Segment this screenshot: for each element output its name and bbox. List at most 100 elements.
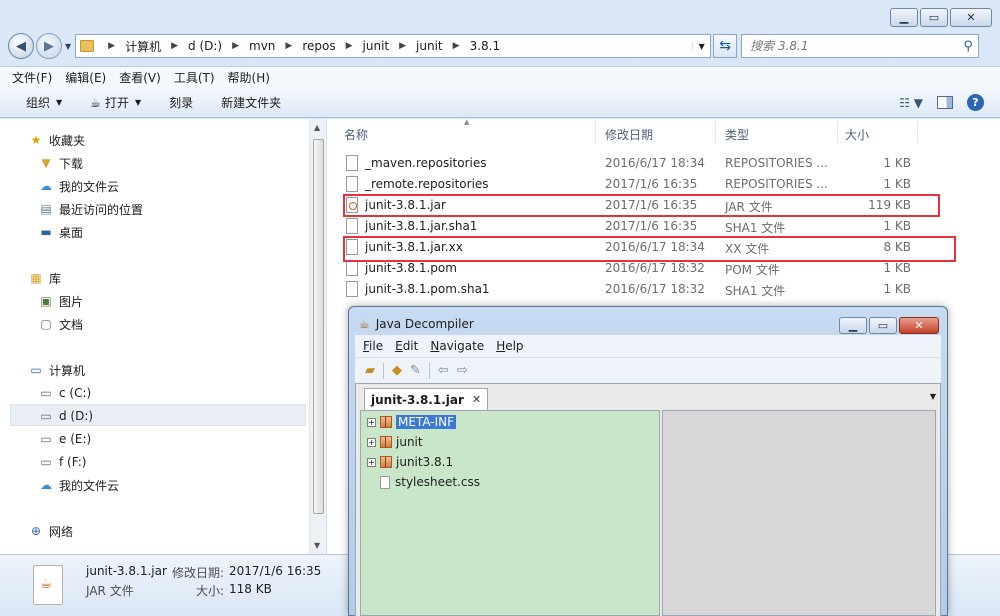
- sidebar-item-computer[interactable]: ▭ 计算机: [28, 360, 85, 380]
- burn-button[interactable]: 刻录: [169, 94, 193, 111]
- file-name: _maven.repositories: [365, 156, 487, 170]
- new-folder-label: 新建文件夹: [221, 96, 282, 110]
- table-row[interactable]: junit-3.8.1.pom.sha1 2016/6/17 18:32 SHA…: [340, 279, 940, 300]
- preview-pane-icon[interactable]: [937, 96, 953, 109]
- forward-arrow-icon[interactable]: ⇨: [457, 363, 468, 378]
- tree-label: stylesheet.css: [395, 475, 481, 489]
- maximize-button[interactable]: ▭: [920, 8, 948, 27]
- sidebar-item-network[interactable]: ⊕ 网络: [28, 521, 73, 541]
- jd-tree-panel: + META-INF + junit + junit3.8.1 styleshe…: [360, 410, 660, 616]
- table-row[interactable]: junit-3.8.1.jar.sha1 2017/1/6 16:35 SHA1…: [340, 216, 940, 237]
- jd-menu-navigate[interactable]: Navigate: [430, 339, 484, 353]
- open-type-icon[interactable]: ◆: [392, 363, 402, 378]
- open-folder-icon[interactable]: ▰: [365, 363, 375, 378]
- address-dropdown[interactable]: ▼: [692, 41, 710, 51]
- recent-places-icon: ▤: [40, 202, 52, 216]
- minimize-button[interactable]: ▁: [890, 8, 918, 27]
- open-label: 打开: [104, 96, 129, 110]
- cloud-icon: ☁: [40, 478, 52, 492]
- menu-help[interactable]: 帮助(H): [228, 69, 270, 86]
- scroll-down-icon[interactable]: ▼: [314, 541, 320, 550]
- help-icon[interactable]: ?: [967, 94, 984, 111]
- back-arrow-icon[interactable]: ⇦: [438, 363, 449, 378]
- menu-file[interactable]: 文件(F): [12, 69, 52, 86]
- menu-label: dit: [402, 339, 419, 353]
- jd-menu-edit[interactable]: Edit: [395, 339, 418, 353]
- sidebar-item-documents[interactable]: ▢ 文档: [38, 314, 83, 334]
- sidebar-item-favorites[interactable]: ★ 收藏夹: [28, 130, 85, 150]
- jd-menu-help[interactable]: Help: [496, 339, 523, 353]
- library-icon: ▦: [30, 271, 42, 285]
- breadcrumb-item[interactable]: 计算机: [125, 38, 161, 55]
- file-name: junit-3.8.1.pom: [365, 261, 457, 275]
- close-button[interactable]: ✕: [950, 8, 992, 27]
- edit-pen-icon[interactable]: ✎: [410, 363, 421, 378]
- scrollbar-thumb[interactable]: [313, 139, 324, 514]
- column-size[interactable]: 大小: [845, 126, 869, 143]
- sidebar-item-downloads[interactable]: ▼ 下载: [38, 153, 83, 173]
- sidebar-item-drive-f[interactable]: ▭ f (F:): [38, 452, 86, 472]
- file-icon: [346, 176, 358, 192]
- column-name[interactable]: 名称: [344, 126, 368, 143]
- menu-view[interactable]: 查看(V): [119, 69, 161, 86]
- breadcrumb-item[interactable]: d (D:): [188, 39, 222, 53]
- table-row[interactable]: _remote.repositories 2017/1/6 16:35 REPO…: [340, 174, 940, 195]
- expand-icon[interactable]: +: [367, 457, 376, 467]
- sidebar-item-drive-d[interactable]: ▭ d (D:): [38, 406, 93, 426]
- search-input[interactable]: [750, 39, 959, 53]
- new-folder-button[interactable]: 新建文件夹: [221, 94, 281, 111]
- sidebar-item-libraries[interactable]: ▦ 库: [28, 268, 61, 288]
- navigation-pane: ★ 收藏夹 ▼ 下载 ☁ 我的文件云 ▤ 最近访问的位置 ▬ 桌面 ▦ 库 ▣ …: [0, 119, 326, 554]
- tree-node-stylesheet[interactable]: stylesheet.css: [367, 473, 480, 491]
- breadcrumb-item[interactable]: 3.8.1: [470, 39, 501, 53]
- breadcrumb-item[interactable]: junit: [363, 39, 390, 53]
- sidebar-item-drive-e[interactable]: ▭ e (E:): [38, 429, 91, 449]
- sidebar-item-cloud[interactable]: ☁ 我的文件云: [38, 176, 119, 196]
- file-icon: [346, 281, 358, 297]
- sidebar-item-recent[interactable]: ▤ 最近访问的位置: [38, 199, 143, 219]
- menu-edit[interactable]: 编辑(E): [65, 69, 106, 86]
- drive-icon: ▭: [40, 455, 52, 469]
- search-box[interactable]: ⚲: [741, 34, 980, 58]
- column-type[interactable]: 类型: [725, 126, 749, 143]
- menu-tools[interactable]: 工具(T): [174, 69, 215, 86]
- file-modified: 2016/6/17 18:32: [605, 282, 705, 296]
- breadcrumb-item[interactable]: repos: [302, 39, 335, 53]
- tree-node-junit3[interactable]: + junit3.8.1: [367, 453, 453, 471]
- forward-button[interactable]: ▶: [36, 33, 62, 59]
- sidebar-item-desktop[interactable]: ▬ 桌面: [38, 222, 83, 242]
- breadcrumb-item[interactable]: mvn: [249, 39, 275, 53]
- details-modified-value: 2017/1/6 16:35: [229, 564, 322, 578]
- refresh-button[interactable]: ⇆: [713, 34, 738, 58]
- sidebar-item-drive-c[interactable]: ▭ c (C:): [38, 383, 91, 403]
- expand-icon[interactable]: +: [367, 437, 376, 447]
- jd-minimize-button[interactable]: ▁: [839, 317, 867, 334]
- jd-maximize-button[interactable]: ▭: [869, 317, 897, 334]
- file-type: REPOSITORIES ...: [725, 156, 828, 170]
- back-button[interactable]: ◀: [8, 33, 34, 59]
- breadcrumb-item[interactable]: junit: [416, 39, 443, 53]
- search-icon[interactable]: ⚲: [958, 39, 978, 54]
- scroll-up-icon[interactable]: ▲: [314, 123, 320, 132]
- open-button[interactable]: ☕ 打开 ▼: [90, 94, 141, 111]
- tree-node-junit[interactable]: + junit: [367, 433, 423, 451]
- column-modified[interactable]: 修改日期: [605, 126, 653, 143]
- table-row[interactable]: _maven.repositories 2016/6/17 18:34 REPO…: [340, 153, 940, 174]
- tab-list-dropdown-icon[interactable]: ▼: [930, 392, 936, 401]
- sidebar-item-cloud-2[interactable]: ☁ 我的文件云: [38, 475, 119, 495]
- expand-icon[interactable]: +: [367, 417, 376, 427]
- jd-close-button[interactable]: ✕: [899, 317, 939, 334]
- organize-label: 组织: [26, 96, 51, 110]
- java-decompiler-window: ☕ Java Decompiler ▁ ▭ ✕ File Edit Naviga…: [348, 306, 948, 616]
- sidebar-scrollbar[interactable]: ▲ ▼: [309, 119, 326, 554]
- tree-node-meta-inf[interactable]: + META-INF: [367, 413, 457, 431]
- close-tab-icon[interactable]: ✕: [472, 393, 481, 406]
- address-bar[interactable]: ▶ 计算机 ▶ d (D:) ▶ mvn ▶ repos ▶ junit ▶ j…: [75, 34, 712, 58]
- sidebar-item-pictures[interactable]: ▣ 图片: [38, 291, 83, 311]
- jd-menu-file[interactable]: File: [363, 339, 383, 353]
- sidebar-label: 最近访问的位置: [59, 202, 144, 217]
- organize-button[interactable]: 组织 ▼: [26, 94, 62, 111]
- view-options-icon[interactable]: ☷ ▼: [899, 96, 923, 110]
- recent-pages-dropdown[interactable]: ▼: [65, 42, 71, 51]
- jd-tab[interactable]: junit-3.8.1.jar ✕: [364, 388, 489, 410]
